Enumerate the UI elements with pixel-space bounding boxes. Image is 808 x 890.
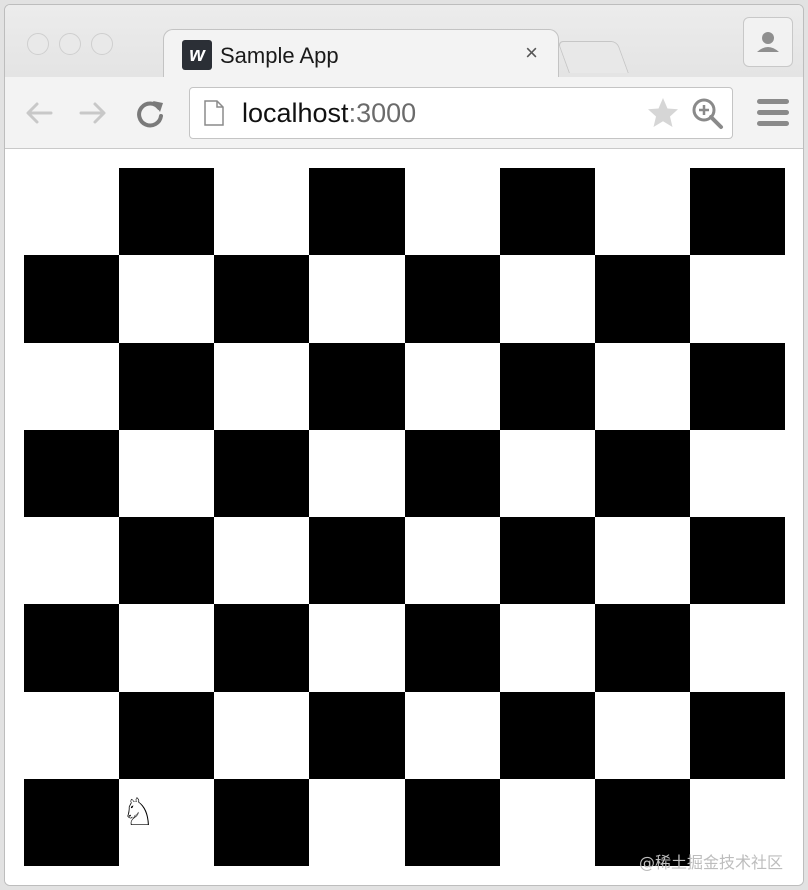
board-square-1-1[interactable] (119, 255, 215, 343)
board-square-2-2[interactable] (214, 342, 310, 430)
maximize-window-button[interactable] (91, 33, 113, 55)
knight-piece[interactable]: ♘ (121, 793, 155, 831)
board-square-0-3[interactable] (309, 168, 405, 256)
browser-window: w Sample App × localhost:3000 ♘ @稀土掘金技术社… (4, 4, 804, 886)
board-square-3-7[interactable] (689, 429, 785, 517)
chess-board: ♘ (24, 168, 785, 866)
board-square-3-2[interactable] (214, 429, 310, 517)
reload-button[interactable] (133, 97, 169, 129)
forward-button[interactable] (75, 97, 111, 129)
board-square-4-4[interactable] (404, 517, 500, 605)
board-square-0-2[interactable] (214, 168, 310, 256)
board-square-1-3[interactable] (309, 255, 405, 343)
url-port: :3000 (348, 98, 417, 128)
board-square-4-1[interactable] (119, 517, 215, 605)
board-square-1-7[interactable] (689, 255, 785, 343)
board-square-5-2[interactable] (214, 604, 310, 692)
watermark: @稀土掘金技术社区 (638, 853, 783, 872)
board-square-3-1[interactable] (119, 429, 215, 517)
board-square-7-4[interactable] (404, 778, 500, 866)
board-square-6-6[interactable] (594, 691, 690, 779)
board-square-5-1[interactable] (119, 604, 215, 692)
board-square-0-1[interactable] (119, 168, 215, 256)
star-icon[interactable] (646, 96, 680, 130)
board-square-6-5[interactable] (499, 691, 595, 779)
favicon-icon: w (182, 40, 212, 70)
board-square-4-6[interactable] (594, 517, 690, 605)
board-square-5-0[interactable] (24, 604, 120, 692)
tab-title: Sample App (220, 43, 339, 68)
board-square-2-4[interactable] (404, 342, 500, 430)
board-square-2-5[interactable] (499, 342, 595, 430)
toolbar: localhost:3000 (5, 77, 803, 149)
board-square-2-3[interactable] (309, 342, 405, 430)
board-square-4-7[interactable] (689, 517, 785, 605)
menu-button[interactable] (757, 99, 789, 129)
board-square-0-6[interactable] (594, 168, 690, 256)
tab-close-button[interactable]: × (525, 40, 538, 66)
board-square-4-3[interactable] (309, 517, 405, 605)
board-square-2-6[interactable] (594, 342, 690, 430)
board-square-7-5[interactable] (499, 778, 595, 866)
board-square-2-0[interactable] (24, 342, 120, 430)
board-square-5-6[interactable] (594, 604, 690, 692)
board-square-5-7[interactable] (689, 604, 785, 692)
board-square-5-4[interactable] (404, 604, 500, 692)
board-square-7-0[interactable] (24, 778, 120, 866)
board-square-6-2[interactable] (214, 691, 310, 779)
board-square-0-7[interactable] (689, 168, 785, 256)
board-square-6-1[interactable] (119, 691, 215, 779)
profile-icon (757, 32, 779, 52)
zoom-icon[interactable] (690, 96, 724, 130)
minimize-window-button[interactable] (59, 33, 81, 55)
new-tab-button[interactable] (557, 41, 629, 73)
url-text: localhost:3000 (242, 98, 416, 129)
board-square-1-6[interactable] (594, 255, 690, 343)
page-content: ♘ @稀土掘金技术社区 (5, 149, 803, 885)
board-square-2-1[interactable] (119, 342, 215, 430)
page-icon (204, 100, 224, 126)
board-square-7-3[interactable] (309, 778, 405, 866)
tab-strip: w Sample App × (5, 5, 803, 77)
board-square-3-6[interactable] (594, 429, 690, 517)
board-square-6-0[interactable] (24, 691, 120, 779)
board-square-1-4[interactable] (404, 255, 500, 343)
board-square-7-1[interactable]: ♘ (119, 778, 215, 866)
board-square-2-7[interactable] (689, 342, 785, 430)
board-square-1-0[interactable] (24, 255, 120, 343)
board-square-5-3[interactable] (309, 604, 405, 692)
reload-icon (137, 101, 163, 128)
address-bar[interactable]: localhost:3000 (189, 87, 733, 139)
board-square-4-5[interactable] (499, 517, 595, 605)
close-window-button[interactable] (27, 33, 49, 55)
board-square-1-5[interactable] (499, 255, 595, 343)
url-host: localhost (242, 98, 349, 128)
tab-sample-app[interactable]: w Sample App × (163, 29, 559, 77)
board-square-7-2[interactable] (214, 778, 310, 866)
board-square-4-0[interactable] (24, 517, 120, 605)
back-arrow-icon (26, 102, 53, 124)
board-square-0-4[interactable] (404, 168, 500, 256)
menu-icon (757, 99, 789, 126)
board-square-5-5[interactable] (499, 604, 595, 692)
favicon-letter: w (189, 44, 205, 66)
board-square-0-5[interactable] (499, 168, 595, 256)
profile-button[interactable] (743, 17, 793, 67)
board-square-4-2[interactable] (214, 517, 310, 605)
board-square-6-4[interactable] (404, 691, 500, 779)
board-square-3-4[interactable] (404, 429, 500, 517)
board-square-3-5[interactable] (499, 429, 595, 517)
back-button[interactable] (21, 97, 57, 129)
board-square-3-0[interactable] (24, 429, 120, 517)
board-square-6-3[interactable] (309, 691, 405, 779)
forward-arrow-icon (79, 102, 106, 124)
board-square-1-2[interactable] (214, 255, 310, 343)
board-square-6-7[interactable] (689, 691, 785, 779)
board-square-0-0[interactable] (24, 168, 120, 256)
board-square-3-3[interactable] (309, 429, 405, 517)
